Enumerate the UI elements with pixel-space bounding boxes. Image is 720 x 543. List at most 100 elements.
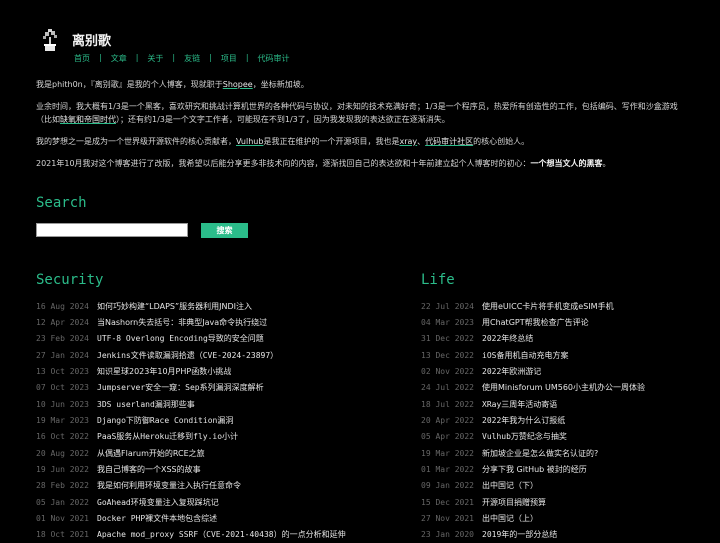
post-date: 31 Dec 2022 [421,334,474,344]
list-item: 15 Dec 2021 开源项目捐赠预算 [421,494,711,510]
post-title-link[interactable]: 3DS userland漏洞那些事 [97,399,195,410]
post-title-link[interactable]: UTF-8 Overlong Encoding导致的安全问题 [97,333,264,344]
post-date: 13 Oct 2023 [36,367,89,377]
post-title-link[interactable]: XRay三周年活动寄语 [482,399,557,410]
post-date: 27 Nov 2021 [421,514,474,524]
nav-projects[interactable]: 项目 [219,53,239,64]
post-title-link[interactable]: 当Nashorn失去括号：非典型Java命令执行绕过 [97,317,267,328]
nav-separator: | [172,53,176,62]
intro-bold-text: 一个想当文人的黑客 [530,159,603,168]
list-item: 18 Oct 2021 Apache mod_proxy SSRF（CVE-202… [36,527,406,543]
post-title-link[interactable]: Apache mod_proxy SSRF（CVE-2021-40438）的一点… [97,529,346,540]
post-title-link[interactable]: Vulhub万赞纪念与抽奖 [482,431,567,442]
post-title-link[interactable]: 我是如何利用环境变量注入执行任意命令 [97,480,241,491]
intro-paragraph-3: 我的梦想之一是成为一个世界级开源软件的核心贡献者，Vulhub是我正在维护的一个… [36,135,686,148]
post-date: 05 Apr 2022 [421,432,474,442]
intro-text: ，坐标新加坡。 [252,80,309,89]
post-title-link[interactable]: Django下防御Race Condition漏洞 [97,415,233,426]
intro-text: 2021年10月我对这个博客进行了改版，我希望以后能分享更多非技术向的内容，逐渐… [36,159,531,168]
post-date: 19 Mar 2023 [36,416,89,426]
security-heading: Security [36,272,104,288]
list-item: 23 Jan 2020 2019年的一部分总结 [421,527,711,543]
list-item: 05 Jan 2022 GoAhead环境变量注入复现踩坑记 [36,494,406,510]
post-title-link[interactable]: 如何巧妙构建“LDAPS”服务器利用JNDI注入 [97,301,252,312]
post-date: 28 Feb 2022 [36,481,89,491]
post-date: 20 Apr 2022 [421,416,474,426]
post-title-link[interactable]: 分享下我 GitHub 被封的经历 [482,464,587,475]
main-nav: 首页 | 文章 | 关于 | 友链 | 项目 | 代码审计 [72,53,292,64]
list-item: 27 Jan 2024 Jenkins文件读取漏洞拾遗（CVE-2024-2389… [36,347,406,363]
list-item: 23 Feb 2024 UTF-8 Overlong Encoding导致的安全问… [36,331,406,347]
list-item: 24 Jul 2022 使用Minisforum UM560小主机办公一周体验 [421,380,711,396]
post-title-link[interactable]: 出中国记（下） [482,480,538,491]
post-date: 09 Jan 2022 [421,481,474,491]
post-date: 01 Mar 2022 [421,465,474,475]
post-title-link[interactable]: 用ChatGPT帮我检查广告评论 [482,317,589,328]
post-date: 19 Jun 2022 [36,465,89,475]
nav-code-audit[interactable]: 代码审计 [256,53,292,64]
list-item: 07 Oct 2023 Jumpserver安全一窥：Sep系列漏洞深度解析 [36,380,406,396]
post-title-link[interactable]: 2022年我为什么订报纸 [482,415,565,426]
life-heading: Life [421,272,455,288]
post-title-link[interactable]: 2022年终总结 [482,333,533,344]
list-item: 22 Jul 2024 使用eUICC卡片将手机变成eSIM手机 [421,298,711,314]
post-date: 13 Dec 2022 [421,350,474,360]
post-title-link[interactable]: 知识星球2023年10月PHP函数小挑战 [97,366,231,377]
post-date: 23 Jan 2020 [421,530,474,540]
post-title-link[interactable]: 新加坡企业是怎么做实名认证的? [482,448,598,459]
nav-home[interactable]: 首页 [72,53,92,64]
post-date: 16 Aug 2024 [36,301,89,311]
list-item: 31 Dec 2022 2022年终总结 [421,331,711,347]
nav-links[interactable]: 友链 [182,53,202,64]
post-title-link[interactable]: 使用eUICC卡片将手机变成eSIM手机 [482,301,614,312]
post-title-link[interactable]: 使用Minisforum UM560小主机办公一周体验 [482,382,645,393]
xray-link[interactable]: xray [399,137,417,146]
list-item: 20 Apr 2022 2022年我为什么订报纸 [421,412,711,428]
games-link[interactable]: 缺氧和帝国时代 [60,115,116,124]
post-date: 27 Jan 2024 [36,350,89,360]
post-title-link[interactable]: Jumpserver安全一窥：Sep系列漏洞深度解析 [97,382,264,393]
post-date: 07 Oct 2023 [36,383,89,393]
search-heading: Search [36,195,87,211]
site-title[interactable]: 离别歌 [72,30,292,49]
life-post-list: 22 Jul 2024 使用eUICC卡片将手机变成eSIM手机 04 Mar 20… [421,298,711,543]
list-item: 20 Aug 2022 从偶遇Flarum开始的RCE之旅 [36,445,406,461]
intro-text: 。 [602,159,611,168]
intro-paragraph-4: 2021年10月我对这个博客进行了改版，我希望以后能分享更多非技术向的内容，逐渐… [36,157,686,170]
shopee-link[interactable]: Shopee [223,80,253,89]
post-title-link[interactable]: PaaS服务从Heroku迁移到fly.io小计 [97,431,238,442]
list-item: 19 Mar 2022 新加坡企业是怎么做实名认证的? [421,445,711,461]
post-title-link[interactable]: GoAhead环境变量注入复现踩坑记 [97,497,219,508]
post-title-link[interactable]: Jenkins文件读取漏洞拾遗（CVE-2024-23897） [97,350,278,361]
nav-separator: | [135,53,139,62]
site-header: 离别歌 首页 | 文章 | 关于 | 友链 | 项目 | 代码审计 [36,28,292,64]
post-title-link[interactable]: 我自己博客的一个XSS的故事 [97,464,201,475]
vulhub-link[interactable]: Vulhub [236,137,263,146]
list-item: 12 Apr 2024 当Nashorn失去括号：非典型Java命令执行绕过 [36,314,406,330]
list-item: 16 Aug 2024 如何巧妙构建“LDAPS”服务器利用JNDI注入 [36,298,406,314]
post-date: 01 Nov 2021 [36,514,89,524]
nav-about[interactable]: 关于 [145,53,165,64]
post-date: 24 Jul 2022 [421,383,474,393]
list-item: 09 Jan 2022 出中国记（下） [421,478,711,494]
post-title-link[interactable]: 出中国记（上） [482,513,538,524]
post-title-link[interactable]: 从偶遇Flarum开始的RCE之旅 [97,448,205,459]
search-input[interactable] [36,223,188,237]
list-item: 27 Nov 2021 出中国记（上） [421,510,711,526]
post-title-link[interactable]: 2019年的一部分总结 [482,529,557,540]
list-item: 19 Mar 2023 Django下防御Race Condition漏洞 [36,412,406,428]
security-post-list: 16 Aug 2024 如何巧妙构建“LDAPS”服务器利用JNDI注入 12 Ap… [36,298,406,543]
post-date: 05 Jan 2022 [36,497,89,507]
code-audit-community-link[interactable]: 代码审计社区 [425,137,473,146]
nav-separator: | [245,53,249,62]
search-button[interactable]: 搜索 [201,223,248,238]
post-title-link[interactable]: 2022年欧洲游记 [482,366,541,377]
post-date: 22 Jul 2024 [421,301,474,311]
post-date: 02 Nov 2022 [421,367,474,377]
intro-text: 是我正在维护的一个开源项目，我也是 [263,137,400,146]
nav-articles[interactable]: 文章 [109,53,129,64]
bonsai-icon[interactable] [36,28,64,54]
post-title-link[interactable]: Docker PHP裸文件本地包含综述 [97,513,217,524]
post-title-link[interactable]: 开源项目捐赠预算 [482,497,546,508]
post-title-link[interactable]: iOS备用机自动充电方案 [482,350,568,361]
